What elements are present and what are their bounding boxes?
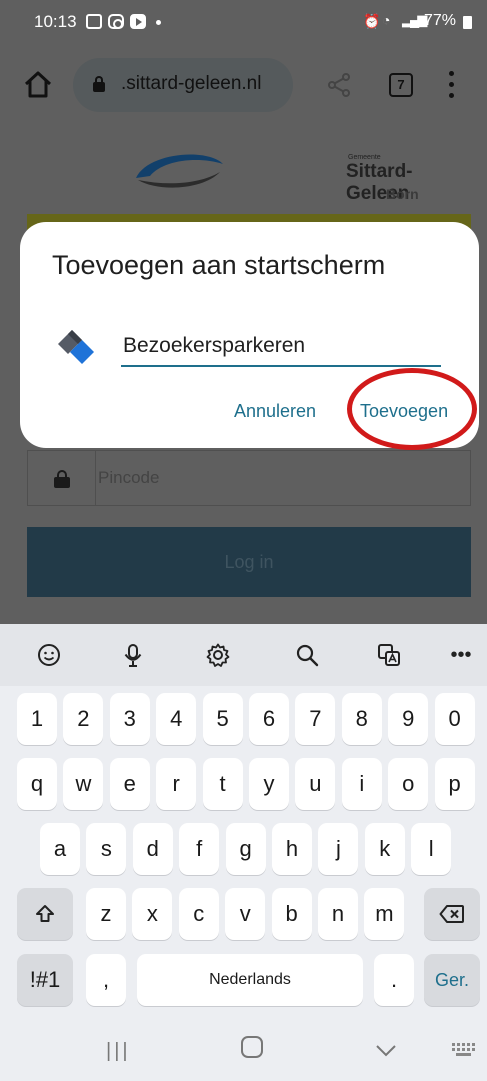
key-j[interactable]: j — [318, 823, 359, 875]
key-c[interactable]: c — [178, 888, 219, 940]
keyboard: ••• 1234567890 qwertyuiop asdfghjkl zxcvbnm… — [0, 624, 487, 1081]
key-v[interactable]: v — [225, 888, 266, 940]
mic-icon[interactable] — [120, 642, 146, 668]
wifi-icon: ◔ — [382, 12, 391, 28]
key-d[interactable]: d — [132, 823, 173, 875]
key-u[interactable]: u — [295, 758, 336, 810]
pincode-icon-box — [28, 451, 96, 505]
symbols-key[interactable]: !#1 — [17, 954, 73, 1006]
status-bar: 10:13 ⏰ ◔ ▂▄▆ 77% — [0, 0, 487, 44]
dialog-title: Toevoegen aan startscherm — [52, 250, 386, 280]
battery-icon — [463, 16, 472, 29]
key-a[interactable]: a — [40, 823, 80, 875]
backspace-key-icon[interactable] — [424, 888, 480, 940]
home-nav-icon[interactable] — [241, 1036, 263, 1058]
comma-key[interactable]: , — [86, 954, 126, 1006]
key-3[interactable]: 3 — [109, 693, 150, 745]
more-icon[interactable]: ••• — [448, 642, 474, 668]
key-9[interactable]: 9 — [388, 693, 429, 745]
signal-icon: ▂▄▆ — [402, 12, 427, 27]
logo-subtitle: Gemeente — [348, 154, 381, 161]
settings-icon[interactable] — [205, 642, 231, 668]
key-g[interactable]: g — [225, 823, 266, 875]
key-2[interactable]: 2 — [63, 693, 104, 745]
alarm-icon: ⏰ — [363, 13, 381, 29]
share-icon[interactable] — [326, 72, 352, 98]
key-e[interactable]: e — [109, 758, 150, 810]
logo-swoosh-icon — [136, 154, 223, 188]
municipality-logo: Gemeente Sittard-Geleen Born — [128, 146, 419, 204]
lock-icon — [93, 76, 105, 92]
period-key[interactable]: . — [374, 954, 414, 1006]
enter-key[interactable]: Ger. — [424, 954, 480, 1006]
key-1[interactable]: 1 — [17, 693, 57, 745]
space-key[interactable]: Nederlands — [137, 954, 363, 1006]
more-menu-icon[interactable] — [446, 71, 456, 99]
notification-dot-icon — [156, 20, 161, 25]
navigation-bar: ||| — [0, 1018, 487, 1081]
recent-apps-icon[interactable]: ||| — [106, 1040, 131, 1063]
tab-switcher-button[interactable]: 7 — [389, 73, 413, 97]
back-chevron-icon[interactable] — [374, 1042, 398, 1058]
keyboard-toolbar: ••• — [0, 624, 487, 686]
instagram-icon — [108, 14, 124, 29]
key-t[interactable]: t — [202, 758, 243, 810]
shift-key-icon[interactable] — [17, 888, 73, 940]
youtube-icon — [130, 14, 146, 29]
key-y[interactable]: y — [249, 758, 289, 810]
gallery-icon — [86, 14, 102, 29]
pincode-input[interactable] — [98, 451, 468, 505]
key-o[interactable]: o — [388, 758, 429, 810]
key-6[interactable]: 6 — [249, 693, 289, 745]
address-bar[interactable]: .sittard-geleen.nl — [73, 58, 293, 112]
key-7[interactable]: 7 — [295, 693, 336, 745]
search-icon[interactable] — [294, 642, 320, 668]
app-name-input[interactable] — [121, 327, 441, 367]
logo-born: Born — [386, 186, 419, 202]
key-8[interactable]: 8 — [341, 693, 382, 745]
keyboard-hide-icon[interactable] — [451, 1042, 477, 1058]
app-icon — [58, 330, 94, 364]
lock-icon — [54, 470, 70, 488]
key-l[interactable]: l — [411, 823, 452, 875]
login-button[interactable]: Log in — [27, 527, 471, 597]
url-text: .sittard-geleen.nl — [121, 73, 262, 94]
key-w[interactable]: w — [63, 758, 104, 810]
key-p[interactable]: p — [434, 758, 475, 810]
key-s[interactable]: s — [86, 823, 127, 875]
key-i[interactable]: i — [341, 758, 382, 810]
key-0[interactable]: 0 — [434, 693, 475, 745]
key-f[interactable]: f — [179, 823, 220, 875]
pincode-field[interactable] — [27, 450, 471, 506]
key-b[interactable]: b — [271, 888, 312, 940]
key-5[interactable]: 5 — [202, 693, 243, 745]
key-q[interactable]: q — [17, 758, 57, 810]
status-time: 10:13 — [34, 12, 77, 31]
emoji-icon[interactable] — [36, 642, 62, 668]
phone-screen: 10:13 ⏰ ◔ ▂▄▆ 77% .sittard-geleen.nl 7 G… — [0, 0, 487, 1081]
key-k[interactable]: k — [364, 823, 405, 875]
key-n[interactable]: n — [318, 888, 358, 940]
battery-level: 77% — [424, 12, 457, 29]
cancel-button[interactable]: Annuleren — [234, 401, 316, 422]
highlight-circle — [347, 368, 477, 450]
home-icon[interactable] — [22, 68, 54, 100]
key-h[interactable]: h — [272, 823, 312, 875]
translate-icon[interactable] — [376, 642, 402, 668]
key-r[interactable]: r — [156, 758, 197, 810]
key-z[interactable]: z — [86, 888, 126, 940]
key-4[interactable]: 4 — [156, 693, 197, 745]
key-m[interactable]: m — [364, 888, 405, 940]
key-x[interactable]: x — [132, 888, 173, 940]
browser-toolbar: .sittard-geleen.nl 7 — [0, 44, 487, 124]
